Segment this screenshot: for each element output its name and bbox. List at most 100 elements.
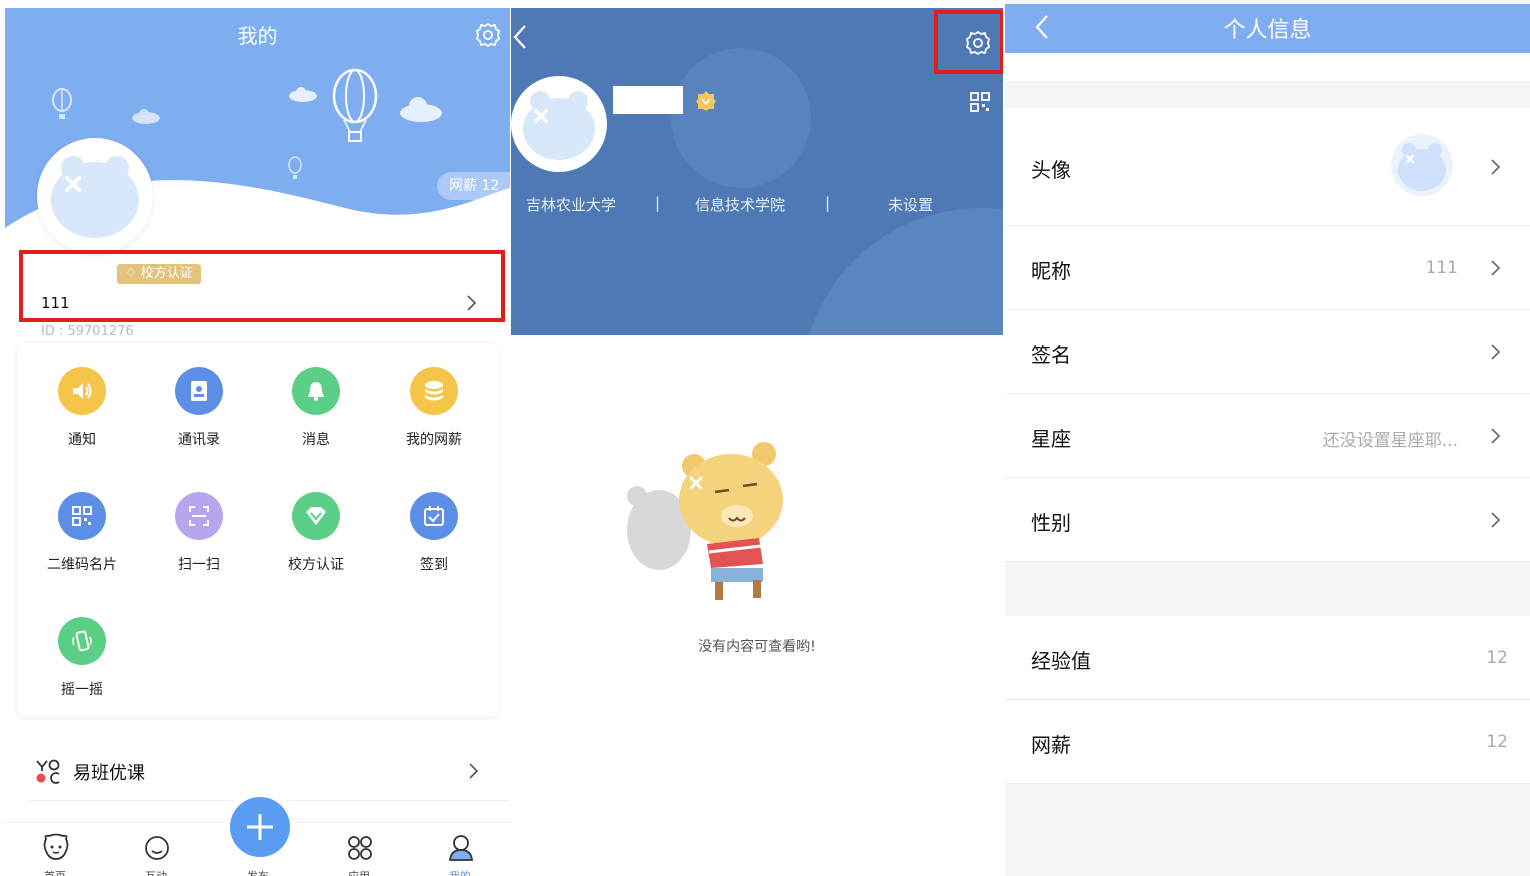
balloon-icon xyxy=(52,88,72,119)
course-label: 易班优课 xyxy=(73,763,145,784)
grid-item-notice[interactable]: 通知 xyxy=(27,343,137,453)
grid-label: 消息 xyxy=(302,432,330,448)
grid-label: 摇一摇 xyxy=(61,682,103,698)
shake-phone-icon xyxy=(58,617,106,665)
bell-icon xyxy=(292,367,340,415)
major-label: 未设置 xyxy=(888,196,934,214)
row-label: 昵称 xyxy=(1031,259,1071,283)
publish-button-inner xyxy=(230,797,290,857)
redacted-username xyxy=(613,86,683,114)
publish-button[interactable] xyxy=(223,790,297,864)
qrcode-icon[interactable] xyxy=(969,91,991,113)
bear-face-icon xyxy=(43,833,69,860)
bear-avatar-icon xyxy=(1398,143,1446,191)
row-label: 性别 xyxy=(1031,511,1071,535)
settings-gear-icon[interactable] xyxy=(475,22,501,48)
course-entry[interactable]: 易班优课 xyxy=(29,752,489,792)
grid-item-messages[interactable]: 消息 xyxy=(261,343,371,453)
chevron-right-icon[interactable] xyxy=(465,294,477,312)
grid-label: 签到 xyxy=(420,557,448,573)
tab-mine[interactable]: 我的 xyxy=(420,827,500,876)
chevron-right-icon xyxy=(1491,159,1501,175)
grid-item-qrcode-card[interactable]: 二维码名片 xyxy=(27,468,137,578)
tab-home[interactable]: 首页 xyxy=(15,827,95,876)
info-row-signature[interactable]: 签名 xyxy=(1005,310,1530,394)
nickname[interactable]: 111 xyxy=(41,294,70,312)
apps-icon xyxy=(348,836,372,860)
grid-label: 通讯录 xyxy=(178,432,220,448)
info-row-nickname[interactable]: 昵称 111 xyxy=(1005,226,1530,310)
avatar xyxy=(1391,134,1453,196)
grid-item-checkin[interactable]: 签到 xyxy=(379,468,489,578)
tab-label: 发布 xyxy=(218,868,298,876)
grid-item-shake[interactable]: 摇一摇 xyxy=(27,593,137,703)
circle-icon xyxy=(145,836,169,860)
row-label: 头像 xyxy=(1031,158,1071,182)
avatar[interactable] xyxy=(37,138,153,254)
empty-state-text: 没有内容可查看哟! xyxy=(698,639,816,655)
info-row-gender[interactable]: 性别 xyxy=(1005,478,1530,562)
tab-apps[interactable]: 应用 xyxy=(319,827,399,876)
row-label: 签名 xyxy=(1031,343,1071,367)
row-value: 12 xyxy=(1486,732,1508,752)
medal-icon xyxy=(696,91,716,111)
school-certified-badge: ♢ 校方认证 xyxy=(117,264,201,284)
profile-panel: 我的 网薪 12 ♢ 校方认证 111 ID : 59701276 通知 通讯录… xyxy=(5,0,510,876)
tab-label: 我的 xyxy=(420,868,500,876)
tab-label: 首页 xyxy=(15,868,95,876)
plus-icon xyxy=(247,814,273,840)
grid-label: 二维码名片 xyxy=(47,557,117,573)
page-title: 个人信息 xyxy=(1223,18,1312,43)
person-icon xyxy=(449,835,473,861)
tab-label: 应用 xyxy=(319,868,399,876)
coins-icon xyxy=(410,367,458,415)
back-arrow-icon[interactable] xyxy=(511,22,531,52)
avatar[interactable] xyxy=(511,76,607,172)
contacts-icon xyxy=(175,367,223,415)
empty-bear-illustration-icon xyxy=(627,442,783,600)
grid-label: 我的网薪 xyxy=(406,432,462,448)
calendar-check-icon xyxy=(410,492,458,540)
info-row-experience: 经验值 12 xyxy=(1005,616,1530,700)
row-label: 经验值 xyxy=(1031,649,1091,673)
grid-label: 扫一扫 xyxy=(178,557,220,573)
settings-gear-icon[interactable] xyxy=(965,30,991,56)
college-label: 信息技术学院 xyxy=(695,196,786,214)
info-row-avatar[interactable]: 头像 xyxy=(1005,108,1530,226)
scan-icon xyxy=(175,492,223,540)
cloud-icon xyxy=(400,97,442,122)
grid-item-contacts[interactable]: 通讯录 xyxy=(144,343,254,453)
row-label: 星座 xyxy=(1031,427,1071,451)
grid-item-scan[interactable]: 扫一扫 xyxy=(144,468,254,578)
info-row-constellation[interactable]: 星座 还没设置星座耶... xyxy=(1005,394,1530,478)
cloud-icon xyxy=(132,109,160,124)
row-value: 还没设置星座耶... xyxy=(1322,431,1458,451)
diamond-icon xyxy=(292,492,340,540)
balloon-icon xyxy=(332,68,378,142)
chevron-right-icon xyxy=(469,763,479,779)
grid-item-my-wangxin[interactable]: 我的网薪 xyxy=(379,343,489,453)
balloon-icon xyxy=(288,156,302,179)
grid-label: 校方认证 xyxy=(288,557,344,573)
personal-info-panel: 个人信息 头像 昵称 111 签名 星座 还没设置星座耶... 性别 经验值 1… xyxy=(1005,0,1530,876)
header-background-shapes xyxy=(671,48,1003,335)
grid-item-school-cert[interactable]: 校方认证 xyxy=(261,468,371,578)
speaker-icon xyxy=(58,367,106,415)
tab-interact[interactable]: 互动 xyxy=(116,827,196,876)
spacer xyxy=(1005,53,1530,81)
chevron-right-icon xyxy=(1491,428,1501,444)
chevron-right-icon xyxy=(1491,260,1501,276)
chevron-right-icon xyxy=(1491,344,1501,360)
row-label: 网薪 xyxy=(1031,733,1071,757)
homepage-header: 吉林农业大学 | 信息技术学院 | 未设置 xyxy=(511,8,1003,335)
yiban-course-icon xyxy=(36,759,60,784)
row-value: 12 xyxy=(1486,648,1508,668)
cert-badge-label: 校方认证 xyxy=(140,266,193,281)
university-label: 吉林农业大学 xyxy=(526,196,617,214)
wangxin-badge[interactable]: 网薪 12 xyxy=(437,172,510,200)
highlight-box-user-info xyxy=(19,250,505,322)
grid-label: 通知 xyxy=(68,432,96,448)
personal-info-header: 个人信息 xyxy=(1005,4,1530,53)
user-id: ID : 59701276 xyxy=(41,324,134,339)
row-value: 111 xyxy=(1425,258,1458,278)
